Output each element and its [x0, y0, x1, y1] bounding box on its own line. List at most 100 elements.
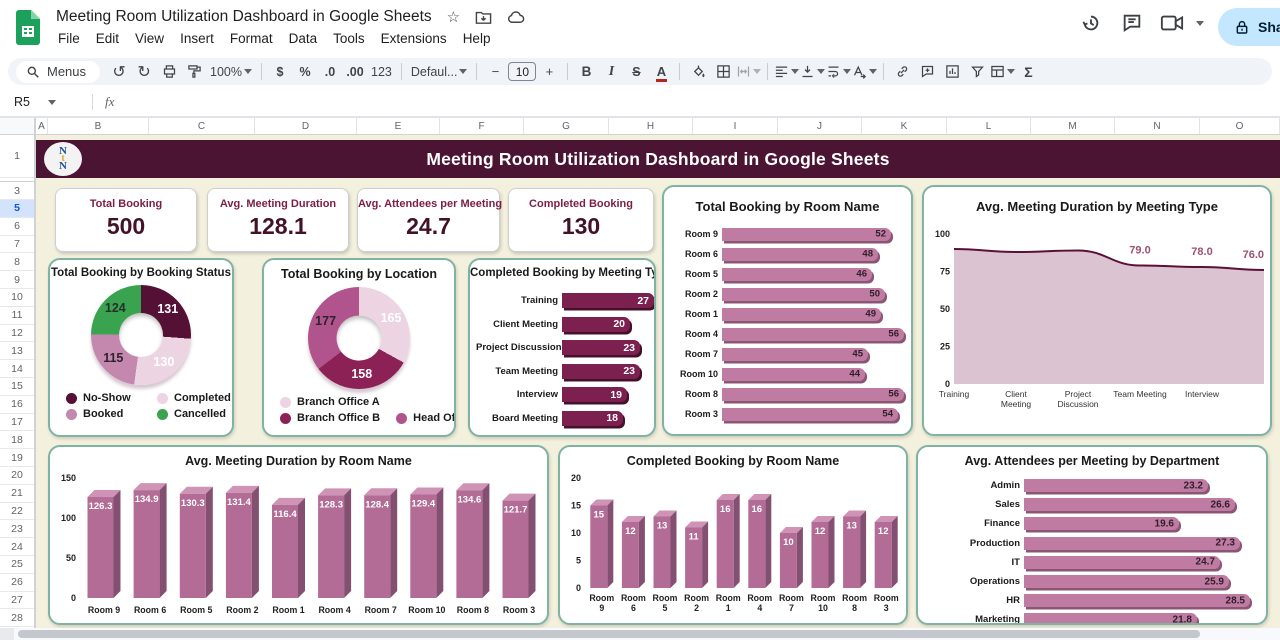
bold-button[interactable]: B	[574, 61, 598, 83]
kpi-card-total-booking[interactable]: Total Booking 500	[55, 188, 197, 252]
chart-booking-by-room[interactable]: Total Booking by Room Name Room 952Room …	[662, 185, 913, 436]
row-header-16[interactable]: 16	[0, 396, 34, 414]
column-header-I[interactable]: I	[693, 118, 778, 134]
column-header-F[interactable]: F	[440, 118, 524, 134]
chart-completed-by-room[interactable]: Completed Booking by Room Name 051015201…	[558, 445, 908, 625]
row-header-3[interactable]: 3	[0, 182, 34, 200]
menu-insert[interactable]: Insert	[172, 28, 222, 49]
row-header-8[interactable]: 8	[0, 253, 34, 271]
decrease-decimal-button[interactable]: .0	[318, 61, 342, 83]
menu-tools[interactable]: Tools	[325, 28, 373, 49]
horizontal-scrollbar-thumb[interactable]	[18, 630, 1200, 638]
column-header-L[interactable]: L	[947, 118, 1031, 134]
row-header-19[interactable]: 19	[0, 449, 34, 467]
row-header-5[interactable]: 5	[0, 200, 34, 218]
kpi-card-avg-duration[interactable]: Avg. Meeting Duration 128.1	[207, 188, 349, 252]
increase-font-size-button[interactable]: +	[537, 61, 561, 83]
cloud-status-icon[interactable]	[507, 10, 525, 24]
row-header-25[interactable]: 25	[0, 556, 34, 574]
column-header-D[interactable]: D	[255, 118, 357, 134]
text-color-button[interactable]: A	[649, 61, 673, 83]
select-all-corner[interactable]	[0, 118, 36, 134]
row-header-13[interactable]: 13	[0, 342, 34, 360]
row-header-20[interactable]: 20	[0, 467, 34, 485]
row-header-24[interactable]: 24	[0, 538, 34, 556]
horizontal-align-button[interactable]	[774, 61, 799, 83]
insert-comment-button[interactable]	[915, 61, 939, 83]
share-button[interactable]: Share	[1218, 8, 1280, 46]
kpi-card-avg-attendees[interactable]: Avg. Attendees per Meeting 24.7	[357, 188, 500, 252]
column-header-M[interactable]: M	[1031, 118, 1115, 134]
zoom-select[interactable]: 100%	[207, 61, 255, 83]
vertical-align-button[interactable]	[800, 61, 825, 83]
column-header-O[interactable]: O	[1200, 118, 1280, 134]
column-header-B[interactable]: B	[48, 118, 149, 134]
row-header-26[interactable]: 26	[0, 574, 34, 592]
font-select[interactable]: Defaul...	[408, 61, 471, 83]
chart-attendees-by-department[interactable]: Avg. Attendees per Meeting by Department…	[916, 445, 1268, 625]
spreadsheet-canvas[interactable]: NtN Meeting Room Utilization Dashboard i…	[36, 135, 1280, 628]
decrease-font-size-button[interactable]: −	[483, 61, 507, 83]
menu-extensions[interactable]: Extensions	[373, 28, 455, 49]
menu-edit[interactable]: Edit	[88, 28, 127, 49]
row-header-22[interactable]: 22	[0, 503, 34, 521]
more-formats-button[interactable]: 123	[368, 61, 395, 83]
strikethrough-button[interactable]: S	[624, 61, 648, 83]
functions-button[interactable]: Σ	[1016, 61, 1040, 83]
row-header-17[interactable]: 17	[0, 414, 34, 432]
create-filter-button[interactable]	[965, 61, 989, 83]
chart-booking-location[interactable]: Total Booking by Location 165158177Branc…	[262, 258, 456, 437]
menu-help[interactable]: Help	[455, 28, 499, 49]
row-header-15[interactable]: 15	[0, 378, 34, 396]
borders-button[interactable]	[711, 61, 735, 83]
move-to-folder-icon[interactable]	[475, 10, 492, 25]
chart-completed-by-meeting-type[interactable]: Completed Booking by Meeting Type Traini…	[468, 258, 656, 437]
column-header-C[interactable]: C	[149, 118, 255, 134]
column-header-N[interactable]: N	[1115, 118, 1200, 134]
row-header-14[interactable]: 14	[0, 360, 34, 378]
column-header-G[interactable]: G	[524, 118, 609, 134]
document-title[interactable]: Meeting Room Utilization Dashboard in Go…	[56, 8, 432, 26]
row-header-28[interactable]: 28	[0, 609, 34, 627]
increase-decimal-button[interactable]: .00	[343, 61, 367, 83]
row-header-23[interactable]: 23	[0, 520, 34, 538]
percent-format-button[interactable]: %	[293, 61, 317, 83]
column-header-H[interactable]: H	[609, 118, 693, 134]
star-icon[interactable]: ☆	[447, 8, 460, 26]
toolbar-search-menus[interactable]: Menus	[16, 61, 100, 83]
currency-format-button[interactable]: $	[268, 61, 292, 83]
row-header-9[interactable]: 9	[0, 271, 34, 289]
column-header-J[interactable]: J	[778, 118, 862, 134]
row-header-1[interactable]: 1	[0, 135, 34, 178]
row-header-27[interactable]: 27	[0, 592, 34, 610]
version-history-icon[interactable]	[1080, 12, 1102, 34]
kpi-card-completed-booking[interactable]: Completed Booking 130	[508, 188, 654, 252]
font-size-input[interactable]: 10	[508, 62, 536, 81]
table-views-button[interactable]	[990, 61, 1015, 83]
menu-file[interactable]: File	[50, 28, 88, 49]
insert-link-button[interactable]	[890, 61, 914, 83]
print-button[interactable]	[157, 61, 181, 83]
row-header-21[interactable]: 21	[0, 485, 34, 503]
meet-video-icon[interactable]	[1160, 13, 1184, 33]
google-sheets-logo[interactable]	[14, 9, 42, 46]
menu-format[interactable]: Format	[222, 28, 281, 49]
chart-booking-status[interactable]: Total Booking by Booking Status 13113011…	[48, 258, 234, 437]
row-header-7[interactable]: 7	[0, 236, 34, 254]
merge-cells-button[interactable]	[736, 61, 761, 83]
column-header-K[interactable]: K	[862, 118, 947, 134]
comments-icon[interactable]	[1121, 12, 1143, 34]
menu-data[interactable]: Data	[281, 28, 326, 49]
row-header-18[interactable]: 18	[0, 431, 34, 449]
undo-button[interactable]: ↺	[107, 61, 131, 83]
insert-chart-button[interactable]	[940, 61, 964, 83]
paint-format-button[interactable]	[182, 61, 206, 83]
column-header-E[interactable]: E	[357, 118, 440, 134]
text-rotation-button[interactable]	[852, 61, 877, 83]
chart-duration-by-meeting-type[interactable]: Avg. Meeting Duration by Meeting Type 02…	[922, 185, 1272, 436]
text-wrap-button[interactable]	[826, 61, 851, 83]
row-header-6[interactable]: 6	[0, 218, 34, 236]
row-header-10[interactable]: 10	[0, 289, 34, 307]
fill-color-button[interactable]	[686, 61, 710, 83]
column-header-A[interactable]: A	[36, 118, 48, 134]
